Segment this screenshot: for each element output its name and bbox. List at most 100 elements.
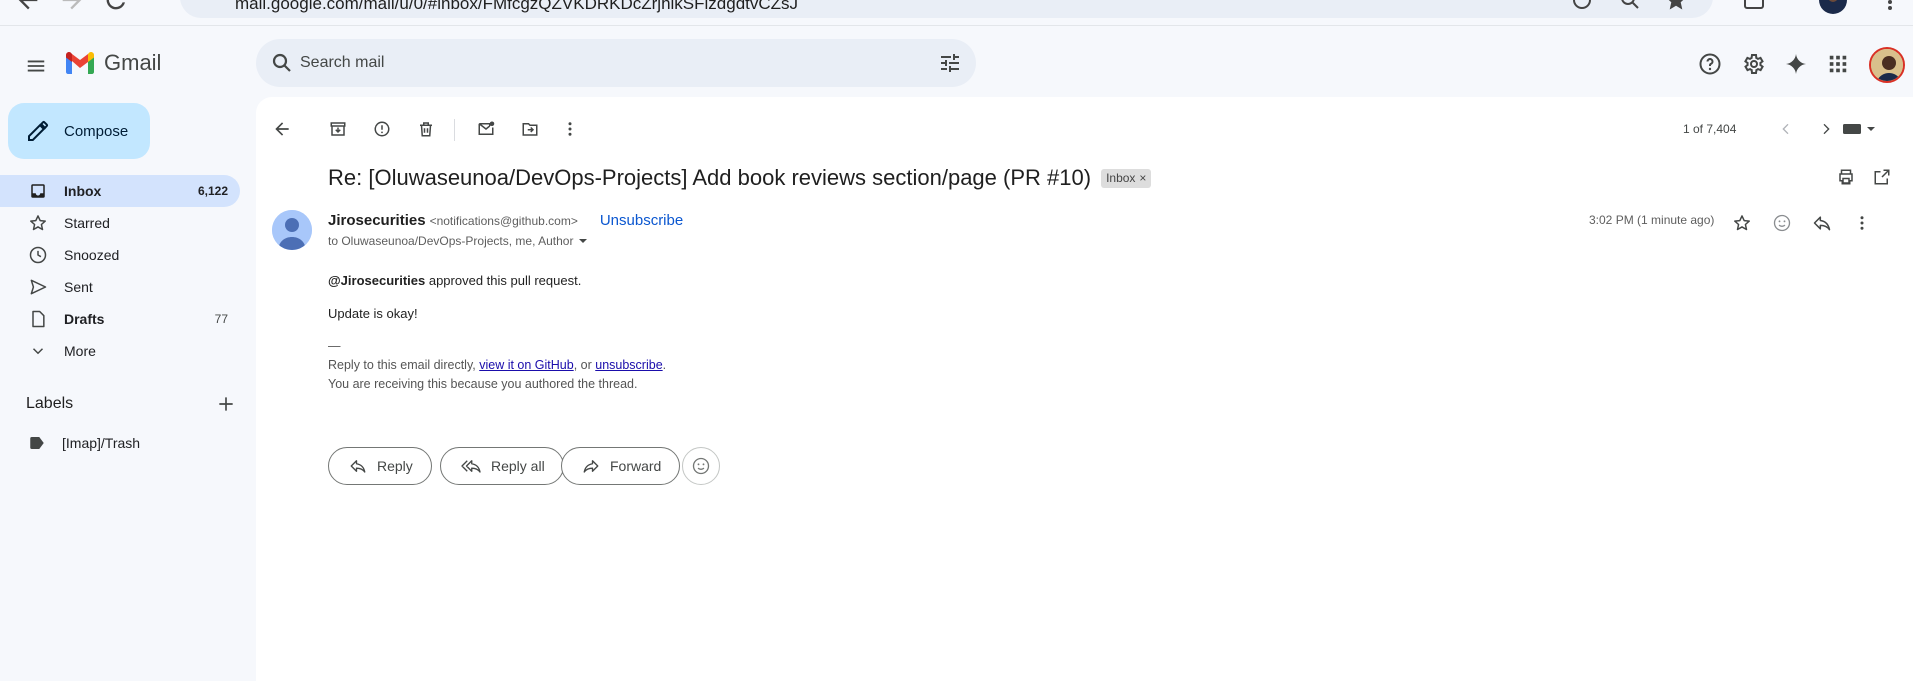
inbox-label-chip[interactable]: Inbox × <box>1101 168 1152 188</box>
reply-all-icon <box>461 460 481 473</box>
reply-suffix-text: . <box>662 358 667 372</box>
star-message-icon[interactable] <box>1726 207 1758 239</box>
inbox-count: 6,122 <box>197 184 228 198</box>
extension-icon[interactable] <box>1570 0 1594 12</box>
sidebar-item-starred[interactable]: Starred <box>0 207 240 239</box>
reply-prefix-text: Reply to this email directly, <box>328 358 480 372</box>
update-line: Update is okay! <box>328 306 418 321</box>
pagination-text: 1 of 7,404 <box>1683 122 1737 136</box>
sidebar-item-inbox[interactable]: Inbox 6,122 <box>0 175 240 207</box>
mark-unread-icon[interactable] <box>466 109 506 149</box>
back-arrow-icon[interactable] <box>262 109 302 149</box>
reply-arrow-icon <box>350 460 366 473</box>
label-item-label: [Imap]/Trash <box>62 435 141 451</box>
search-icon[interactable] <box>270 51 294 75</box>
print-icon[interactable] <box>1826 157 1866 197</box>
mention-text: @Jirosecurities <box>328 273 426 288</box>
sidebar-item-label: Sent <box>64 279 93 295</box>
report-spam-icon[interactable] <box>362 109 402 149</box>
reply-directions-line: Reply to this email directly, view it on… <box>328 358 666 372</box>
pencil-icon <box>28 121 48 141</box>
input-tools-keyboard-icon[interactable] <box>1830 109 1886 149</box>
sidebar-item-label: Inbox <box>64 183 102 199</box>
draft-file-icon <box>28 309 48 329</box>
label-item-imap-trash[interactable]: [Imap]/Trash <box>28 430 140 456</box>
clock-icon <box>28 245 48 265</box>
message-view: 1 of 7,404 Re: [Oluwaseunoa/DevOps-Proje… <box>256 97 1913 681</box>
search-options-icon[interactable] <box>938 51 962 75</box>
forward-arrow-icon <box>583 460 599 473</box>
help-icon[interactable] <box>1696 50 1724 78</box>
unsubscribe-link[interactable]: Unsubscribe <box>600 212 683 229</box>
archive-icon[interactable] <box>318 109 358 149</box>
approved-text: approved this pull request. <box>425 273 582 288</box>
account-avatar[interactable] <box>1869 47 1905 83</box>
apps-grid-icon[interactable] <box>1824 50 1852 78</box>
label-tag-icon <box>28 434 46 452</box>
delete-trash-icon[interactable] <box>406 109 446 149</box>
sidebar-item-label: Starred <box>64 215 110 231</box>
url-text: mail.google.com/mail/u/0/#inbox/FMfcgzQZ… <box>235 0 799 13</box>
forward-button[interactable]: Forward <box>561 447 681 485</box>
newer-chevron-left-icon[interactable] <box>1766 109 1806 149</box>
chip-label: Inbox <box>1106 171 1136 185</box>
profile-avatar-icon[interactable] <box>1818 0 1848 15</box>
compose-label: Compose <box>64 122 129 140</box>
receiving-reason-line: You are receiving this because you autho… <box>328 377 638 391</box>
reply-all-button[interactable]: Reply all <box>440 447 564 485</box>
gmail-header: Gmail <box>0 26 1913 100</box>
forward-nav-icon[interactable] <box>58 0 86 14</box>
reply-button-label: Reply <box>377 458 413 474</box>
unsubscribe-footer-link[interactable]: unsubscribe <box>595 358 662 372</box>
recipients-text: to Oluwaseunoa/DevOps-Projects, me, Auth… <box>328 234 574 248</box>
move-to-folder-icon[interactable] <box>510 109 550 149</box>
chevron-down-icon <box>28 341 48 361</box>
sidebar-item-label: Drafts <box>64 311 105 327</box>
more-options-icon[interactable] <box>550 109 590 149</box>
caret-down-icon[interactable] <box>577 235 589 247</box>
add-reaction-emoji-icon[interactable] <box>1766 207 1798 239</box>
reply-icon[interactable] <box>1806 207 1838 239</box>
tab-search-icon[interactable] <box>1742 0 1766 12</box>
search-bar[interactable] <box>256 39 976 87</box>
sidebar-item-more[interactable]: More <box>0 335 240 367</box>
browser-menu-icon[interactable] <box>1878 0 1902 12</box>
sidebar-item-label: Snoozed <box>64 247 120 263</box>
gmail-logo[interactable]: Gmail <box>64 50 161 76</box>
recipients-line[interactable]: to Oluwaseunoa/DevOps-Projects, me, Auth… <box>328 234 589 248</box>
gmail-wordmark: Gmail <box>104 50 162 75</box>
sidebar-item-drafts[interactable]: Drafts 77 <box>0 303 240 335</box>
compose-button[interactable]: Compose <box>8 103 150 159</box>
send-icon <box>28 277 48 297</box>
sender-avatar[interactable] <box>272 210 312 250</box>
back-nav-icon[interactable] <box>14 0 42 14</box>
open-new-window-icon[interactable] <box>1862 157 1902 197</box>
message-more-options-icon[interactable] <box>1846 207 1878 239</box>
zoom-icon[interactable] <box>1618 0 1642 12</box>
star-icon <box>28 213 48 233</box>
settings-gear-icon[interactable] <box>1739 50 1767 78</box>
forward-button-label: Forward <box>610 458 662 474</box>
sidebar-item-snoozed[interactable]: Snoozed <box>0 239 240 271</box>
gmail-m-icon <box>66 51 94 74</box>
labels-header: Labels <box>26 394 236 414</box>
subject-text: Re: [Oluwaseunoa/DevOps-Projects] Add bo… <box>328 165 1092 190</box>
gemini-sparkle-icon[interactable] <box>1782 50 1810 78</box>
message-subject: Re: [Oluwaseunoa/DevOps-Projects] Add bo… <box>328 165 1152 191</box>
view-on-github-link[interactable]: view it on GitHub <box>479 358 573 372</box>
emoji-reaction-button[interactable] <box>682 447 720 485</box>
sender-name[interactable]: Jirosecurities <box>328 212 426 229</box>
add-label-icon[interactable] <box>216 394 236 414</box>
reload-icon[interactable] <box>102 0 130 14</box>
chip-close-icon[interactable]: × <box>1139 171 1146 185</box>
drafts-count: 77 <box>214 312 228 326</box>
signature-dash: — <box>328 339 341 353</box>
search-input[interactable] <box>300 39 900 87</box>
browser-toolbar: mail.google.com/mail/u/0/#inbox/FMfcgzQZ… <box>0 0 1913 26</box>
main-menu-icon[interactable] <box>18 48 54 84</box>
sidebar-item-label: More <box>64 343 96 359</box>
sidebar-item-sent[interactable]: Sent <box>0 271 240 303</box>
sender-email: <notifications@github.com> <box>429 214 578 228</box>
bookmark-star-icon[interactable] <box>1664 0 1688 12</box>
reply-button[interactable]: Reply <box>328 447 432 485</box>
